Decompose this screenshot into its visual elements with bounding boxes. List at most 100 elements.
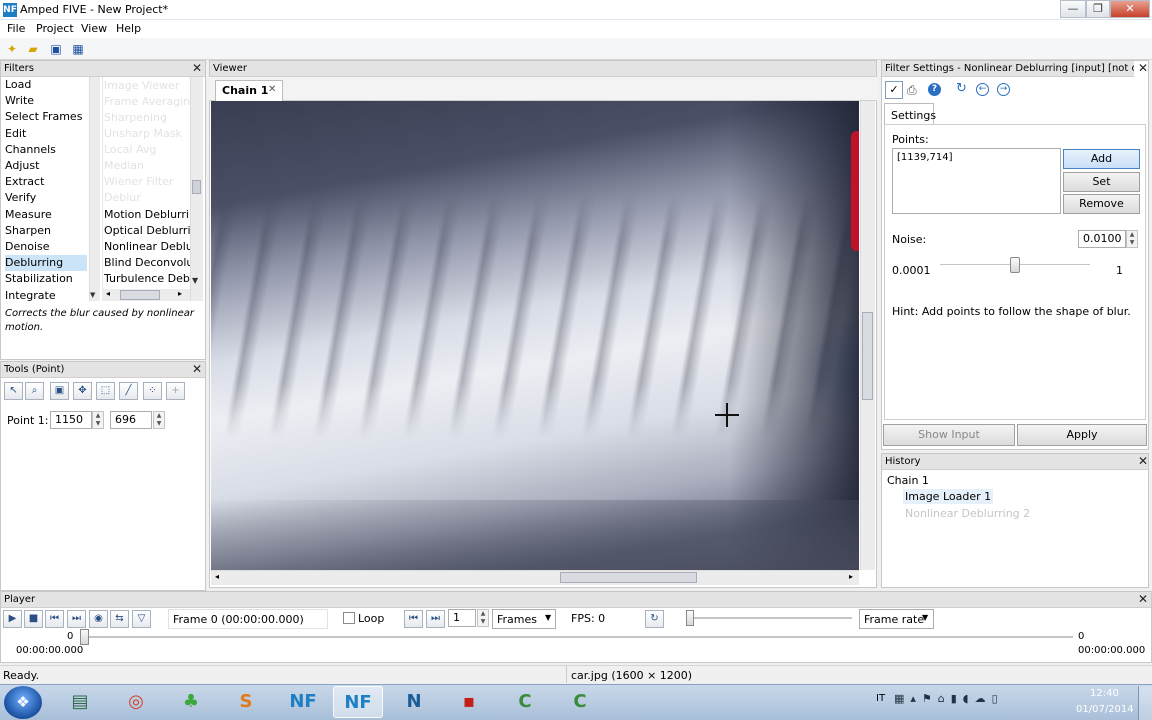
help-icon[interactable]: ? xyxy=(928,83,941,96)
filter-category-measure[interactable]: Measure xyxy=(5,207,87,223)
enable-checkbox-icon[interactable]: ✓ xyxy=(885,81,903,99)
timeline-thumb[interactable] xyxy=(80,629,89,645)
save-as-icon[interactable]: ▦ xyxy=(70,41,86,57)
clock-date[interactable]: 01/07/2014 xyxy=(1076,704,1134,715)
rate-slider-thumb[interactable] xyxy=(686,610,694,626)
scroll-down-icon[interactable]: ▼ xyxy=(192,276,198,285)
prev-step-icon[interactable]: ⏮ xyxy=(404,610,423,628)
filter-funnel-icon[interactable]: ▽ xyxy=(132,610,151,628)
add-point-button[interactable]: Add xyxy=(1063,149,1140,169)
filter-category-integrate[interactable]: Integrate xyxy=(5,288,87,304)
save-icon[interactable]: ▣ xyxy=(48,41,64,57)
rectangle-tool-icon[interactable]: ⬚ xyxy=(96,382,115,400)
menu-help[interactable]: Help xyxy=(116,22,141,35)
filter-category-load[interactable]: Load xyxy=(5,77,87,93)
player-close-icon[interactable]: ✕ xyxy=(1138,592,1148,606)
sub-filter-motion-deblurring[interactable]: Motion Deblurring xyxy=(104,207,190,223)
apply-button[interactable]: Apply xyxy=(1017,424,1147,446)
refresh-icon[interactable]: ↻ xyxy=(645,610,664,628)
tools-close-icon[interactable]: ✕ xyxy=(192,362,202,376)
last-frame-icon[interactable]: ⏭ xyxy=(67,610,86,628)
categories-scrollbar[interactable] xyxy=(89,77,100,301)
timeline-track[interactable] xyxy=(85,636,1073,638)
viewer-image[interactable] xyxy=(211,101,859,570)
filter-settings-close-icon[interactable]: ✕ xyxy=(1138,61,1148,75)
noise-slider-thumb[interactable] xyxy=(1010,257,1020,273)
reset-icon[interactable]: ↻ xyxy=(956,81,967,96)
history-item-nonlinear-deblurring[interactable]: Nonlinear Deblurring 2 xyxy=(905,507,1030,520)
line-tool-icon[interactable]: ╱ xyxy=(119,382,138,400)
viewer-scroll-right-icon[interactable]: ▸ xyxy=(849,572,853,581)
menu-view[interactable]: View xyxy=(81,22,107,35)
pdf-icon[interactable]: ▪ xyxy=(444,686,494,718)
crosshair-tool-icon[interactable]: + xyxy=(166,382,185,400)
point-x-input[interactable]: 1150 xyxy=(50,411,92,429)
point-y-input[interactable]: 696 xyxy=(110,411,152,429)
filter-category-select-frames[interactable]: Select Frames xyxy=(5,109,87,125)
amped-alt-icon[interactable]: N xyxy=(389,686,439,718)
show-input-button[interactable]: Show Input xyxy=(883,424,1015,446)
zoom-tool-icon[interactable]: ⌕ xyxy=(25,382,44,400)
amped-active-icon[interactable]: NF xyxy=(333,686,383,718)
camtasia-icon[interactable]: C xyxy=(500,686,550,718)
open-folder-icon[interactable]: ▰ xyxy=(25,41,41,57)
points-tool-icon[interactable]: ⁘ xyxy=(143,382,162,400)
scroll-thumb[interactable] xyxy=(192,180,201,194)
sublime-icon[interactable]: S xyxy=(221,686,271,718)
rate-select[interactable]: Frame rate ▼ xyxy=(859,609,934,629)
filter-tool-icon[interactable]: ⎙ xyxy=(907,83,917,98)
camera-icon[interactable]: ◉ xyxy=(89,610,108,628)
unit-select[interactable]: Frames ▼ xyxy=(492,609,556,629)
history-chain[interactable]: Chain 1 xyxy=(887,474,929,487)
tab-settings[interactable]: Settings xyxy=(884,103,936,125)
tray-icons[interactable]: ▦▴⚑⌂▮◖☁▯ xyxy=(894,692,1004,705)
monitor-tool-icon[interactable]: ▣ xyxy=(50,382,69,400)
explorer-icon[interactable]: ▤ xyxy=(55,686,105,718)
filter-category-stabilization[interactable]: Stabilization xyxy=(5,271,87,287)
filter-category-verify[interactable]: Verify xyxy=(5,190,87,206)
noise-spinner[interactable]: ▲ ▼ xyxy=(1126,230,1138,248)
close-window-button[interactable]: ✕ xyxy=(1110,0,1150,18)
pan-tool-icon[interactable]: ✥ xyxy=(73,382,92,400)
sub-filter-optical-deblurring[interactable]: Optical Deblurring xyxy=(104,223,190,239)
chrome-icon[interactable]: ◎ xyxy=(111,686,161,718)
play-icon[interactable]: ▶ xyxy=(3,610,22,628)
history-item-image-loader[interactable]: Image Loader 1 xyxy=(903,489,994,504)
language-indicator[interactable]: IT xyxy=(876,693,885,704)
point-x-spinner[interactable]: ▲ ▼ xyxy=(92,411,104,429)
menu-project[interactable]: Project xyxy=(36,22,74,35)
new-project-icon[interactable]: ✦ xyxy=(4,41,20,57)
point-y-spinner[interactable]: ▲ ▼ xyxy=(153,411,165,429)
filter-category-deblurring[interactable]: Deblurring xyxy=(5,255,87,272)
stop-icon[interactable]: ■ xyxy=(24,610,43,628)
history-close-icon[interactable]: ✕ xyxy=(1138,454,1148,468)
hscroll-thumb[interactable] xyxy=(120,290,160,300)
viewer-vscroll-thumb[interactable] xyxy=(862,312,873,400)
camtasia-recorder-icon[interactable]: C xyxy=(555,686,605,718)
viewer-hscroll-thumb[interactable] xyxy=(560,572,697,583)
viewer-scroll-left-icon[interactable]: ◂ xyxy=(215,572,219,581)
tab-close-icon[interactable]: ✕ xyxy=(268,84,276,95)
scroll-right-icon[interactable]: ▸ xyxy=(178,289,182,298)
filters-close-icon[interactable]: ✕ xyxy=(192,61,202,75)
show-desktop-button[interactable] xyxy=(1138,686,1152,720)
first-frame-icon[interactable]: ⏮ xyxy=(45,610,64,628)
pointer-tool-icon[interactable]: ↖ xyxy=(4,382,23,400)
previous-icon[interactable]: ← xyxy=(976,83,989,96)
rate-slider-track[interactable] xyxy=(690,617,852,619)
sub-filter-nonlinear-deblurring[interactable]: Nonlinear Deblurring xyxy=(104,239,190,255)
viewer-hscroll[interactable] xyxy=(211,570,859,585)
step-spinner[interactable]: ▲ ▼ xyxy=(477,609,489,627)
clover-icon[interactable]: ♣ xyxy=(166,686,216,718)
set-point-button[interactable]: Set xyxy=(1063,172,1140,192)
remove-point-button[interactable]: Remove xyxy=(1063,194,1140,214)
filter-category-adjust[interactable]: Adjust xyxy=(5,158,87,174)
scroll-left-icon[interactable]: ◂ xyxy=(106,289,110,298)
amped-icon[interactable]: NF xyxy=(278,686,328,718)
clock-time[interactable]: 12:40 xyxy=(1090,688,1119,699)
filter-category-edit[interactable]: Edit xyxy=(5,126,87,142)
filter-category-sharpen[interactable]: Sharpen xyxy=(5,223,87,239)
filter-category-extract[interactable]: Extract xyxy=(5,174,87,190)
noise-input[interactable]: 0.0100 xyxy=(1078,230,1126,248)
sub-filter-turbulence-deblurring[interactable]: Turbulence Deblurring xyxy=(104,271,190,287)
